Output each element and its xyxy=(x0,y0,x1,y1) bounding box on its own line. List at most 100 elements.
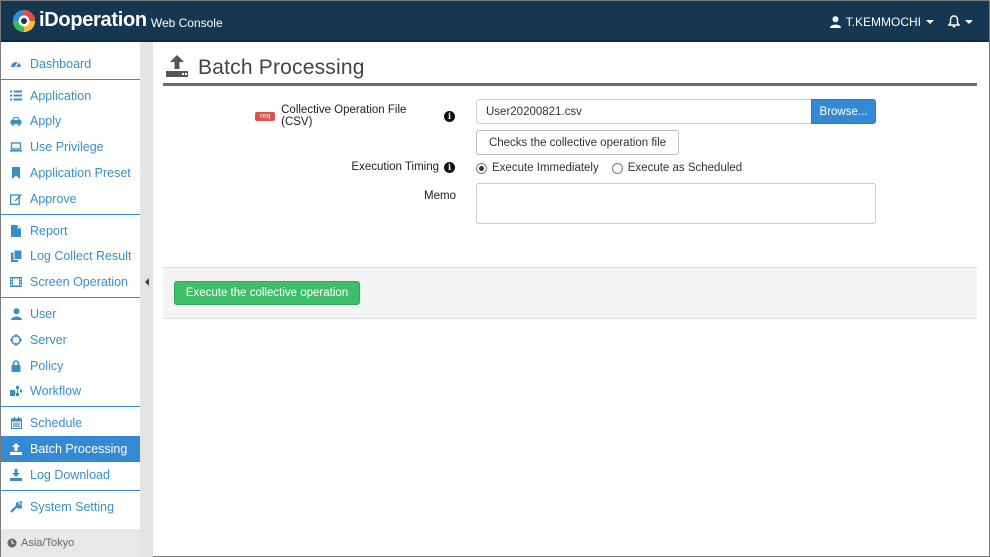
memo-textarea[interactable] xyxy=(476,183,876,224)
execute-collective-operation-button[interactable]: Execute the collective operation xyxy=(174,281,360,305)
radio-execute-as-scheduled[interactable]: Execute as Scheduled xyxy=(611,162,743,174)
check-file-button[interactable]: Checks the collective operation file xyxy=(476,130,679,155)
page-header: Batch Processing xyxy=(163,52,977,86)
sidebar-group: Schedule Batch Processing Log Download xyxy=(1,407,140,491)
collapse-left-icon[interactable] xyxy=(144,277,149,286)
required-badge: req xyxy=(255,111,276,121)
chevron-down-icon xyxy=(926,19,934,24)
top-navbar: iDoperation Web Console T.KEMMOCHI xyxy=(1,1,989,42)
film-icon xyxy=(10,276,22,288)
sidebar-item-label: Screen Operation xyxy=(30,275,128,290)
sidebar-item-batch-processing[interactable]: Batch Processing xyxy=(1,436,140,462)
sidebar-item-label: Policy xyxy=(30,358,64,373)
file-label: Collective Operation File (CSV) xyxy=(281,104,407,128)
file-path-input[interactable]: User20200821.csv xyxy=(476,99,811,124)
page-title: Batch Processing xyxy=(198,55,365,79)
brand-subtitle: Web Console xyxy=(150,15,223,30)
sidebar-item-label: Application xyxy=(30,88,92,103)
sidebar-item-log-download[interactable]: Log Download xyxy=(1,462,140,488)
list-icon xyxy=(10,90,22,102)
wrench-icon xyxy=(10,500,22,513)
sidebar-item-application-preset[interactable]: Application Preset xyxy=(1,160,140,186)
crosshair-icon xyxy=(10,333,22,346)
app-logo[interactable]: iDoperation Web Console xyxy=(12,9,223,33)
logo-mark-icon xyxy=(12,9,36,33)
sidebar-item-dashboard[interactable]: Dashboard xyxy=(1,51,140,77)
sidebar-item-server[interactable]: Server xyxy=(1,327,140,353)
download-icon xyxy=(10,468,22,481)
radio-checked-icon[interactable] xyxy=(476,162,487,174)
user-menu[interactable]: T.KEMMOCHI xyxy=(829,14,934,29)
sidebar-group: System Setting xyxy=(1,491,140,522)
edit-icon xyxy=(10,193,22,205)
file-icon xyxy=(10,224,22,237)
sidebar-item-system-setting[interactable]: System Setting xyxy=(1,494,140,520)
timezone-indicator: Asia/Tokyo xyxy=(1,529,140,557)
sidebar-item-application[interactable]: Application xyxy=(1,83,140,109)
timezone-label: Asia/Tokyo xyxy=(21,537,75,549)
memo-label-group: Memo xyxy=(305,190,456,202)
sidebar-item-label: Dashboard xyxy=(30,56,92,71)
radio-unchecked-icon[interactable] xyxy=(611,162,623,174)
sidebar-group: Application Apply Use Privilege Applicat… xyxy=(1,80,140,215)
sidebar-item-label: Application Preset xyxy=(30,166,131,181)
dashboard-icon xyxy=(10,58,22,70)
laptop-icon xyxy=(10,141,22,153)
lock-icon xyxy=(10,359,22,372)
upload-icon xyxy=(166,55,188,80)
file-label-group: req Collective Operation File (CSV) i xyxy=(255,104,455,128)
sidebar-item-user[interactable]: User xyxy=(1,301,140,327)
sidebar-group: Dashboard xyxy=(1,42,140,80)
sidebar-item-schedule[interactable]: Schedule xyxy=(1,410,140,436)
sidebar-item-label: Apply xyxy=(30,114,62,129)
radio-execute-immediately[interactable]: Execute Immediately xyxy=(476,162,599,174)
sidebar-item-label: Batch Processing xyxy=(30,442,128,457)
sidebar-item-policy[interactable]: Policy xyxy=(1,353,140,379)
sidebar-item-label: Server xyxy=(30,332,67,347)
sidebar-item-label: Use Privilege xyxy=(30,140,104,155)
sidebar-item-use-privilege[interactable]: Use Privilege xyxy=(1,134,140,160)
sidebar-group: Report Log Collect Result Screen Operati… xyxy=(1,215,140,299)
radio-label: Execute as Scheduled xyxy=(627,162,743,174)
sitemap-icon xyxy=(10,385,22,397)
timing-label-group: Execution Timing i xyxy=(305,161,455,173)
info-icon[interactable]: i xyxy=(444,110,455,122)
upload-icon xyxy=(10,443,22,456)
user-icon xyxy=(829,15,841,28)
brand-name: iDoperation xyxy=(39,9,147,31)
user-name: T.KEMMOCHI xyxy=(845,14,921,29)
sidebar-collapse-strip[interactable] xyxy=(140,42,153,557)
memo-label: Memo xyxy=(424,190,456,202)
notifications-button[interactable] xyxy=(948,15,973,28)
files-icon xyxy=(10,250,22,263)
sidebar-group: User Server Policy Workflow xyxy=(1,298,140,408)
sidebar-item-label: Report xyxy=(30,223,68,238)
sidebar-item-label: Schedule xyxy=(30,416,83,431)
sidebar-item-label: Approve xyxy=(30,191,77,206)
sidebar-item-approve[interactable]: Approve xyxy=(1,186,140,212)
clock-icon xyxy=(7,538,17,548)
sidebar-item-label: User xyxy=(30,307,57,322)
sidebar-item-label: Log Collect Result xyxy=(30,249,132,264)
execution-timing-radio-group: Execute Immediately Execute as Scheduled xyxy=(476,160,755,176)
topbar-right: T.KEMMOCHI xyxy=(829,1,973,42)
main-content: Batch Processing req Collective Operatio… xyxy=(153,42,989,557)
sidebar-item-report[interactable]: Report xyxy=(1,218,140,244)
sidebar-item-label: Workflow xyxy=(30,384,82,399)
calendar-icon xyxy=(10,417,22,430)
sidebar-item-label: Log Download xyxy=(30,467,110,482)
timing-label: Execution Timing xyxy=(351,161,439,173)
bell-icon xyxy=(948,15,960,28)
sidebar-item-screen-operation[interactable]: Screen Operation xyxy=(1,269,140,295)
car-icon xyxy=(10,115,22,127)
info-icon[interactable]: i xyxy=(444,161,455,173)
sidebar-item-log-collect-result[interactable]: Log Collect Result xyxy=(1,244,140,270)
action-bar: Execute the collective operation xyxy=(163,267,977,319)
sidebar-item-workflow[interactable]: Workflow xyxy=(1,379,140,405)
sidebar-item-label: System Setting xyxy=(30,499,115,514)
sidebar: Dashboard Application Apply Use Privileg… xyxy=(1,42,140,557)
bookmark-icon xyxy=(10,167,22,180)
sidebar-item-apply[interactable]: Apply xyxy=(1,109,140,135)
browse-button[interactable]: Browse... xyxy=(811,99,876,124)
radio-label: Execute Immediately xyxy=(492,162,599,174)
